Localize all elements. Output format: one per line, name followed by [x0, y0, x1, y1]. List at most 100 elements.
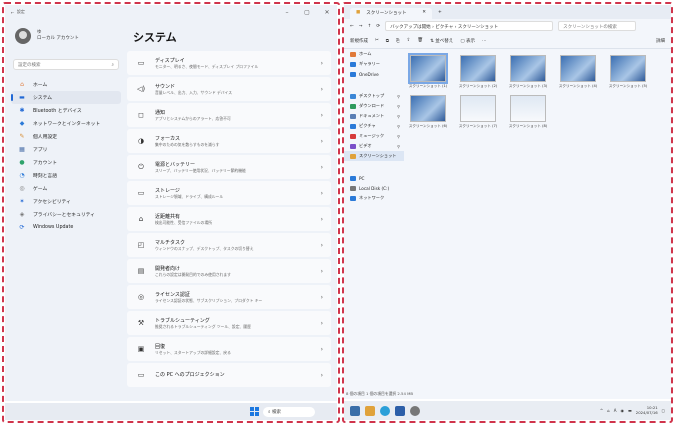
- sidebar-item[interactable]: ◔ 時刻と言語: [5, 169, 127, 182]
- address-bar[interactable]: バックアップは開始 › ピクチャ › スクリーンショット: [385, 21, 554, 31]
- close-button[interactable]: ✕: [317, 9, 337, 16]
- command-button[interactable]: ⎘: [396, 38, 400, 44]
- refresh-icon[interactable]: ⟳: [376, 24, 380, 29]
- file-item[interactable]: スクリーンショット (2): [456, 55, 500, 89]
- file-item[interactable]: スクリーンショット (6): [406, 94, 450, 129]
- command-button[interactable]: ⇅ 並べ替え: [430, 38, 453, 44]
- clock-date: 2024/07/16: [635, 409, 658, 415]
- file-item[interactable]: スクリーンショット (4): [556, 55, 600, 89]
- forward-arrow-icon[interactable]: →: [359, 24, 363, 29]
- notification-icon[interactable]: ◻: [662, 408, 665, 413]
- new-tab-button[interactable]: +: [438, 10, 442, 15]
- settings-row[interactable]: ◁) サウンド 音量レベル、出力、入力、サウンド デバイス ›: [127, 77, 331, 101]
- settings-row[interactable]: ◻ 通知 アプリとシステムからのアラート、応答不可 ›: [127, 103, 331, 127]
- task-view-icon[interactable]: [350, 405, 360, 416]
- settings-search-input[interactable]: 設定の検索 ⌕: [13, 59, 119, 70]
- row-text: ディスプレイ モニター、明るさ、夜間モード、ディスプレイ プロファイル: [155, 58, 258, 69]
- nav-pane-item[interactable]: OneDrive: [344, 69, 404, 79]
- chevron-up-icon[interactable]: ^: [600, 408, 603, 413]
- nav-pane-item[interactable]: Local Disk (C:): [344, 183, 404, 193]
- sidebar-item[interactable]: ⌂ ホーム: [5, 78, 127, 91]
- store-icon[interactable]: [395, 405, 405, 416]
- command-button[interactable]: 🗑: [417, 38, 423, 43]
- sidebar-item[interactable]: ◎ ゲーム: [5, 182, 127, 195]
- file-item[interactable]: スクリーンショット (7): [456, 94, 500, 129]
- tab-screenshots[interactable]: ■ スクリーンショット ✕: [350, 8, 432, 19]
- nav-pane-item[interactable]: ホーム: [344, 49, 404, 59]
- settings-row[interactable]: ⌂ 近距離共有 検出可能性、受信ファイルの場所 ›: [127, 207, 331, 231]
- settings-gear-icon[interactable]: [410, 405, 420, 416]
- battery-icon[interactable]: ▬: [628, 408, 632, 413]
- nav-pane-item[interactable]: スクリーンショット: [344, 151, 404, 161]
- taskbar-right: ^ ⌂ A ◉ ▬ 10:21 2024/07/16 ◻: [344, 401, 671, 420]
- thumbnail-image: [510, 55, 546, 82]
- row-subtitle: ライセンス認証の状態、サブスクリプション、プロダクト キー: [155, 297, 263, 303]
- row-icon: ⚒: [137, 319, 145, 327]
- file-item[interactable]: スクリーンショット (1): [406, 53, 450, 89]
- sidebar-item[interactable]: ● アカウント: [5, 156, 127, 169]
- nav-pane-item[interactable]: PC: [344, 173, 404, 183]
- nav-pane-item[interactable]: ピクチャ ⚲: [344, 121, 404, 131]
- network-icon[interactable]: ⌂: [607, 408, 610, 413]
- settings-row[interactable]: ▭ ディスプレイ モニター、明るさ、夜間モード、ディスプレイ プロファイル ›: [127, 51, 331, 75]
- file-item[interactable]: スクリーンショット (5): [606, 55, 650, 89]
- sidebar-item-label: 個人用設定: [33, 135, 57, 140]
- nav-pane-item[interactable]: デスクトップ ⚲: [344, 91, 404, 101]
- pin-icon: ⚲: [396, 113, 400, 119]
- sidebar-item[interactable]: ▦ アプリ: [5, 143, 127, 156]
- nav-icon: ▬: [19, 94, 25, 101]
- windows-start-icon[interactable]: [250, 407, 259, 416]
- settings-row[interactable]: ▤ 開発者向け これらの設定は開発目的でのみ使用されます ›: [127, 259, 331, 283]
- explorer-search-input[interactable]: スクリーンショットの検索: [558, 21, 637, 31]
- command-button[interactable]: ✂: [375, 38, 379, 43]
- nav-pane-item[interactable]: ギャラリー: [344, 59, 404, 69]
- command-button[interactable]: ▢ 表示: [460, 38, 475, 44]
- file-item[interactable]: スクリーンショット (3): [506, 55, 550, 89]
- wifi-icon[interactable]: ◉: [621, 408, 625, 413]
- sidebar-item[interactable]: ◈ プライバシーとセキュリティ: [5, 208, 127, 221]
- nav-pane-item[interactable]: ミュージック ⚲: [344, 131, 404, 141]
- settings-row[interactable]: ⏻ 電源とバッテリー スリープ、バッテリー使用状況、バッテリー節約機能 ›: [127, 155, 331, 179]
- maximize-button[interactable]: ▢: [297, 9, 317, 16]
- folder-icon: [350, 153, 356, 159]
- file-item[interactable]: スクリーンショット (8): [506, 94, 550, 129]
- nav-pane-item[interactable]: ビデオ ⚲: [344, 141, 404, 151]
- sidebar-item[interactable]: ✎ 個人用設定: [5, 130, 127, 143]
- user-card[interactable]: ゆローカル アカウント: [5, 19, 127, 53]
- nav-pane-item[interactable]: ドキュメント ⚲: [344, 111, 404, 121]
- sidebar-item[interactable]: ▬ システム: [11, 91, 121, 104]
- command-button[interactable]: …: [482, 38, 487, 43]
- command-button[interactable]: 新規作成: [350, 38, 368, 44]
- taskbar-search[interactable]: ⌕ 検索: [263, 406, 315, 417]
- details-button[interactable]: 詳細: [656, 38, 665, 44]
- clock[interactable]: 10:21 2024/07/16: [635, 405, 658, 415]
- settings-row[interactable]: ▭ ストレージ ストレージ領域、ドライブ、構成ルール ›: [127, 181, 331, 205]
- edge-icon[interactable]: [380, 405, 390, 416]
- file-name: スクリーンショット (8): [508, 123, 548, 128]
- command-button[interactable]: ⧉: [386, 38, 389, 44]
- row-icon: ◻: [138, 111, 144, 119]
- folder-icon: [350, 175, 356, 181]
- chevron-right-icon: ›: [320, 163, 323, 171]
- settings-row[interactable]: ◑ フォーカス 集中のための気を散らすものを減らす ›: [127, 129, 331, 153]
- settings-row[interactable]: ◰ マルチタスク ウィンドウのスナップ、デスクトップ、タスクの切り替え ›: [127, 233, 331, 257]
- minimize-button[interactable]: –: [277, 9, 297, 16]
- settings-row[interactable]: ▣ 回復 リセット、スタートアップの詳細設定、戻る ›: [127, 337, 331, 361]
- back-arrow-icon[interactable]: ←: [350, 24, 354, 29]
- settings-row[interactable]: ▭ この PC へのプロジェクション ›: [127, 363, 331, 387]
- sidebar-item[interactable]: ✱ Bluetooth とデバイス: [5, 104, 127, 117]
- up-arrow-icon[interactable]: ↑: [368, 24, 372, 29]
- thumbnail-image: [408, 53, 448, 84]
- tab-close-icon[interactable]: ✕: [422, 10, 426, 17]
- command-button[interactable]: ⇪: [407, 38, 411, 43]
- settings-row[interactable]: ⚒ トラブルシューティング 推奨されるトラブルシューティング ツール、設定、履歴 ›: [127, 311, 331, 335]
- row-text: サウンド 音量レベル、出力、入力、サウンド デバイス: [155, 84, 232, 95]
- sidebar-item[interactable]: ⟳ Windows Update: [5, 221, 127, 234]
- nav-pane-item[interactable]: ネットワーク: [344, 193, 404, 203]
- nav-pane-item[interactable]: ダウンロード ⚲: [344, 101, 404, 111]
- settings-row[interactable]: ◎ ライセンス認証 ライセンス認証の状態、サブスクリプション、プロダクト キー ›: [127, 285, 331, 309]
- file-explorer-icon[interactable]: [365, 405, 375, 416]
- ime-icon[interactable]: A: [614, 408, 617, 413]
- sidebar-item[interactable]: ✶ アクセシビリティ: [5, 195, 127, 208]
- sidebar-item[interactable]: ◆ ネットワークとインターネット: [5, 117, 127, 130]
